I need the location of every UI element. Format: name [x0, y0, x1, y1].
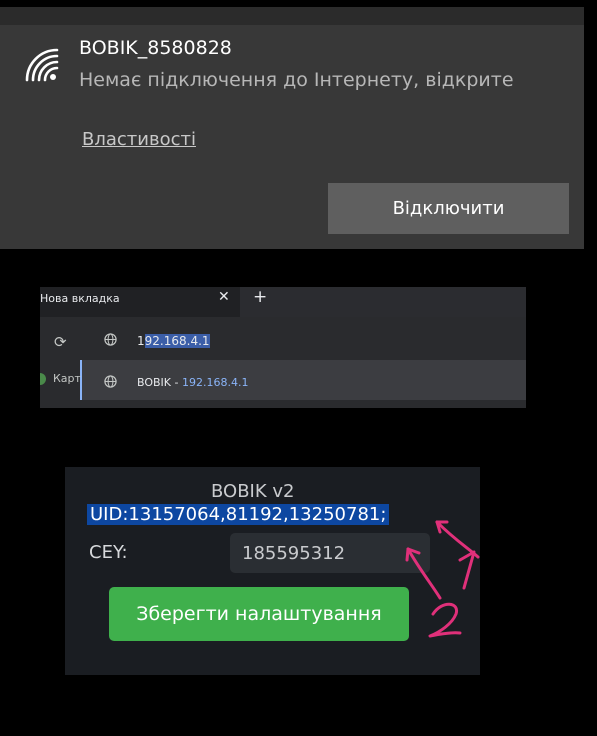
uid-text: UID:13157064,81192,13250781;: [87, 504, 390, 525]
reload-icon[interactable]: ⟳: [54, 333, 67, 351]
properties-link[interactable]: Властивості: [82, 129, 196, 150]
network-status: Немає підключення до Інтернету, відкрите: [79, 69, 514, 91]
close-icon[interactable]: ✕: [218, 289, 230, 305]
globe-icon: [104, 333, 117, 346]
tab-strip: [240, 287, 526, 317]
wifi-network-panel: BOBIK_8580828 Немає підключення до Інтер…: [0, 7, 584, 249]
device-config-page: BOBIK v2 UID:13157064,81192,13250781; СЕ…: [65, 467, 480, 675]
sey-label: СЕY:: [89, 542, 128, 563]
disconnect-button[interactable]: Відключити: [328, 183, 569, 234]
network-ssid: BOBIK_8580828: [79, 37, 232, 59]
tab-new-tab[interactable]: Нова вкладка ✕: [40, 287, 240, 317]
suggestion-url: 192.168.4.1: [181, 376, 249, 389]
new-tab-button[interactable]: +: [253, 287, 267, 307]
save-settings-button[interactable]: Зберегти налаштування: [109, 587, 409, 641]
suggestion-text[interactable]: BOBIK - 192.168.4.1: [137, 376, 248, 389]
page-title: BOBIK v2: [211, 481, 295, 502]
bookmark-label[interactable]: Карт: [53, 372, 81, 385]
globe-icon: [104, 375, 117, 388]
panel-top-strip: [0, 7, 584, 25]
address-selected-text: 92.168.4.1: [144, 334, 210, 348]
browser-window: Нова вкладка ✕ + ⟳ 192.168.4.1 BOBIK - 1…: [40, 287, 526, 408]
suggestion-title: BOBIK -: [137, 376, 182, 389]
address-prefix: 1: [137, 334, 145, 348]
sey-input[interactable]: [230, 533, 430, 573]
annotation-label-2: 2: [0, 0, 1, 1]
tab-title: Нова вкладка: [40, 292, 120, 305]
wifi-icon: [25, 48, 59, 82]
address-bar-text[interactable]: 192.168.4.1: [137, 334, 210, 348]
annotation-label-1: 1: [0, 0, 1, 1]
